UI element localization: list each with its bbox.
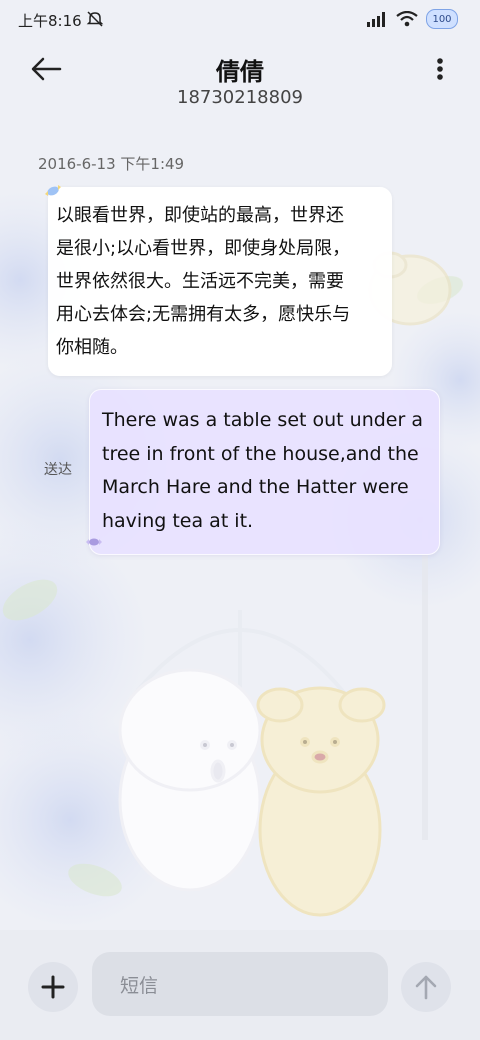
signal-icon [367,12,385,27]
message-line: 用心去体会;无需拥有太多，愿快乐与 [56,304,351,325]
message-line: having tea at it. [102,509,254,532]
battery-level: 100 [432,13,452,25]
message-line: 以眼看世界，即使站的最高，世界还 [56,205,344,226]
incoming-message-bubble[interactable]: 以眼看世界，即使站的最高，世界还 是很小;以心看世界，即使身处局限， 世界依然很… [48,187,392,376]
candy-decoration-icon [45,185,61,196]
battery-icon: 100 [426,9,458,29]
contact-phone-number: 18730218809 [177,87,303,108]
delivered-status: 送达 [44,462,72,478]
more-vert-icon[interactable] [430,54,450,84]
status-icons: 100 [366,9,458,29]
message-line: March Hare and the Hatter were [102,476,409,498]
conversation-header: 倩倩 18730218809 [0,40,480,120]
sms-input-placeholder: 短信 [120,974,159,997]
message-line: 是很小;以心看世界，即使身处局限， [56,238,351,259]
add-attachment-button[interactable] [28,962,78,1012]
mute-icon [86,11,104,27]
message-line: tree in front of the house,and the [102,442,419,465]
message-timestamp: 2016-6-13 下午1:49 [38,155,185,173]
message-line: There was a table set out under a [102,409,423,431]
send-button[interactable] [401,962,451,1012]
wifi-icon [396,11,418,27]
candy-decoration-icon [86,538,102,546]
message-line: 世界依然很大。生活远不完美，需要 [56,271,344,292]
yellow-dog-character [256,686,386,917]
status-bar: 上午8:16 100 [0,0,480,40]
status-time: 上午8:16 [18,12,82,30]
outgoing-message-bubble[interactable]: There was a table set out under a tree i… [89,389,440,555]
send-arrow-icon [415,975,437,1000]
plus-icon [41,975,65,999]
message-line: 你相随。 [56,337,128,358]
sms-input[interactable]: 短信 [92,952,388,1016]
contact-name[interactable]: 倩倩 [0,52,480,87]
white-fluffy-character [118,668,262,892]
message-composer: 短信 [0,930,480,1040]
